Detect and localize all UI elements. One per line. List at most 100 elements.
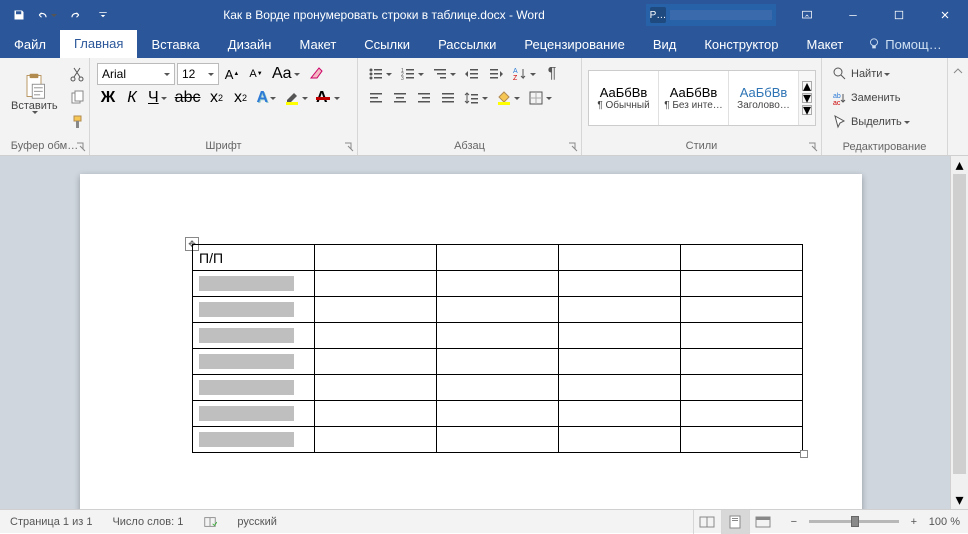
- tab-home[interactable]: Главная: [60, 30, 137, 58]
- ribbon-options-icon[interactable]: [784, 0, 830, 30]
- tab-file[interactable]: Файл: [0, 30, 60, 58]
- align-left-icon[interactable]: [365, 87, 387, 109]
- bulb-icon: [867, 37, 881, 51]
- text-effects-icon[interactable]: A: [253, 87, 279, 109]
- font-size-combo[interactable]: 12: [177, 63, 219, 85]
- replace-button[interactable]: abacЗаменить: [829, 87, 903, 109]
- status-proofing[interactable]: [193, 515, 227, 529]
- styles-dialog-launcher[interactable]: [807, 141, 819, 153]
- account-area[interactable]: Р…: [646, 4, 776, 26]
- strike-button[interactable]: abc: [172, 87, 204, 109]
- font-dialog-launcher[interactable]: [343, 141, 355, 153]
- zoom-value[interactable]: 100 %: [929, 516, 960, 528]
- cut-icon[interactable]: [66, 63, 88, 85]
- tab-table-layout[interactable]: Макет: [792, 30, 857, 58]
- sort-icon[interactable]: AZ: [509, 63, 539, 85]
- tab-insert[interactable]: Вставка: [137, 30, 213, 58]
- zoom-out-icon[interactable]: −: [786, 514, 802, 530]
- outdent-icon[interactable]: [461, 63, 483, 85]
- tab-design[interactable]: Дизайн: [214, 30, 286, 58]
- grow-font-icon[interactable]: A▲: [221, 63, 243, 85]
- tab-references[interactable]: Ссылки: [350, 30, 424, 58]
- indent-icon[interactable]: [485, 63, 507, 85]
- page[interactable]: ✥ П/П: [80, 174, 862, 509]
- qat-customize-icon[interactable]: [90, 2, 116, 28]
- minimize-icon[interactable]: [830, 0, 876, 30]
- pilcrow-icon[interactable]: ¶: [541, 63, 563, 85]
- style-normal[interactable]: АаБбВв¶ Обычный: [589, 71, 659, 125]
- italic-button[interactable]: К: [121, 87, 143, 109]
- change-case-icon[interactable]: Aa: [269, 63, 303, 85]
- table-cell[interactable]: [193, 401, 315, 427]
- table-cell-header[interactable]: П/П: [193, 245, 315, 271]
- clipboard-dialog-launcher[interactable]: [75, 141, 87, 153]
- svg-text:ab: ab: [833, 93, 841, 100]
- zoom-in-icon[interactable]: +: [906, 514, 922, 530]
- zoom-slider[interactable]: [809, 520, 899, 523]
- highlight-icon[interactable]: [281, 87, 311, 109]
- collapse-ribbon-icon[interactable]: [949, 63, 967, 79]
- save-icon[interactable]: [6, 2, 32, 28]
- document-table[interactable]: П/П: [192, 244, 803, 453]
- table-resize-handle[interactable]: [800, 450, 808, 458]
- replace-icon: abac: [832, 90, 848, 106]
- bold-button[interactable]: Ж: [97, 87, 119, 109]
- scroll-thumb[interactable]: [953, 174, 966, 474]
- web-layout-icon[interactable]: [749, 510, 777, 534]
- tab-table-design[interactable]: Конструктор: [690, 30, 792, 58]
- shading-icon[interactable]: [493, 87, 523, 109]
- tab-review[interactable]: Рецензирование: [510, 30, 638, 58]
- style-gallery-expand[interactable]: ▴▾▾: [799, 71, 815, 125]
- style-no-spacing[interactable]: АаБбВв¶ Без инте…: [659, 71, 729, 125]
- clear-format-icon[interactable]: [305, 63, 327, 85]
- underline-button[interactable]: Ч: [145, 87, 170, 109]
- vertical-scrollbar[interactable]: ▴ ▾: [950, 156, 968, 509]
- read-mode-icon[interactable]: [693, 510, 721, 534]
- paste-button[interactable]: Вставить: [4, 61, 65, 135]
- align-right-icon[interactable]: [413, 87, 435, 109]
- style-gallery[interactable]: АаБбВв¶ Обычный АаБбВв¶ Без инте… АаБбВв…: [588, 70, 816, 126]
- table-cell[interactable]: [193, 323, 315, 349]
- avatar-icon: Р…: [650, 7, 666, 23]
- table-cell[interactable]: [193, 271, 315, 297]
- table-cell[interactable]: [193, 349, 315, 375]
- status-language[interactable]: русский: [227, 516, 286, 528]
- tab-mailings[interactable]: Рассылки: [424, 30, 510, 58]
- paragraph-dialog-launcher[interactable]: [567, 141, 579, 153]
- shrink-font-icon[interactable]: A▼: [245, 63, 267, 85]
- status-words[interactable]: Число слов: 1: [102, 516, 193, 528]
- copy-icon[interactable]: [66, 87, 88, 109]
- clipboard-label: Буфер обм…: [11, 140, 78, 152]
- scroll-down-icon[interactable]: ▾: [951, 491, 968, 509]
- align-center-icon[interactable]: [389, 87, 411, 109]
- bullets-icon[interactable]: [365, 63, 395, 85]
- close-icon[interactable]: [922, 0, 968, 30]
- format-painter-icon[interactable]: [66, 111, 88, 133]
- font-name-combo[interactable]: Arial: [97, 63, 175, 85]
- undo-icon[interactable]: [34, 2, 60, 28]
- maximize-icon[interactable]: [876, 0, 922, 30]
- superscript-button[interactable]: x2: [229, 87, 251, 109]
- print-layout-icon[interactable]: [721, 510, 749, 534]
- borders-icon[interactable]: [525, 87, 555, 109]
- justify-icon[interactable]: [437, 87, 459, 109]
- paragraph-label: Абзац: [454, 140, 485, 152]
- subscript-button[interactable]: x2: [205, 87, 227, 109]
- select-button[interactable]: Выделить: [829, 111, 913, 133]
- line-spacing-icon[interactable]: [461, 87, 491, 109]
- find-button[interactable]: Найти: [829, 63, 893, 85]
- scroll-up-icon[interactable]: ▴: [951, 156, 968, 174]
- style-heading[interactable]: АаБбВвЗаголово…: [729, 71, 799, 125]
- multilevel-icon[interactable]: [429, 63, 459, 85]
- table-cell[interactable]: [193, 375, 315, 401]
- window-title: Как в Ворде пронумеровать строки в табли…: [223, 8, 545, 22]
- table-cell[interactable]: [193, 297, 315, 323]
- tab-layout[interactable]: Макет: [285, 30, 350, 58]
- font-color-icon[interactable]: A: [313, 87, 343, 109]
- status-page[interactable]: Страница 1 из 1: [0, 516, 102, 528]
- table-cell[interactable]: [193, 427, 315, 453]
- tab-view[interactable]: Вид: [639, 30, 691, 58]
- redo-icon[interactable]: [62, 2, 88, 28]
- tell-me[interactable]: Помощ…: [857, 30, 951, 58]
- numbering-icon[interactable]: 123: [397, 63, 427, 85]
